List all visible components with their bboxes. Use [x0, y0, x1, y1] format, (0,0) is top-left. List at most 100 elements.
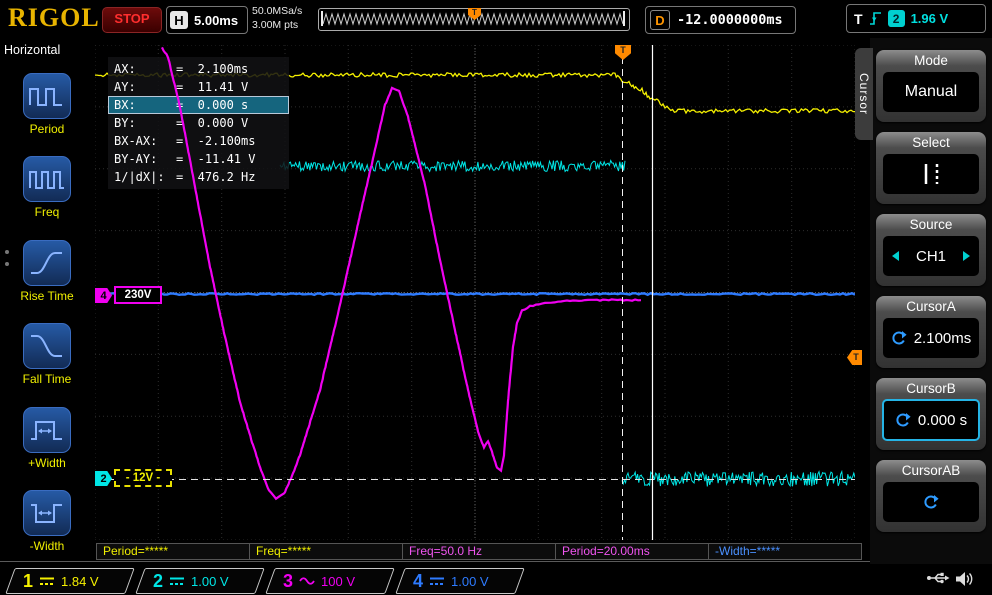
- left-menu-item-freq[interactable]: Freq: [0, 156, 94, 219]
- channel-status-bar: 1 1.84 V 2 1.00 V 3: [0, 564, 992, 595]
- left-menu-item-label: Period: [0, 122, 94, 136]
- menu-scroll-dot: [5, 250, 9, 254]
- rotate-knob-icon: [923, 494, 939, 510]
- channel-number: 2: [153, 570, 163, 592]
- rotate-knob-icon: [895, 412, 911, 428]
- left-menu-item-label: +Width: [0, 456, 94, 470]
- channel-scale: 100 V: [321, 574, 355, 589]
- menu-button-cursor-ab[interactable]: CursorAB: [876, 460, 986, 532]
- channel-3-info: 3 100 V: [271, 569, 389, 593]
- cursor-a-value: 2.100ms: [914, 330, 972, 347]
- brand-logo: RIGOL: [8, 3, 100, 33]
- trigger-source-badge: 2: [888, 10, 905, 27]
- left-menu-item-period[interactable]: Period: [0, 73, 94, 136]
- cursor-b-value: 0.000 s: [918, 412, 967, 429]
- channel-offset-label: 230V: [114, 286, 162, 304]
- left-menu-item-fall-time[interactable]: Fall Time: [0, 323, 94, 386]
- measurement-value: Period=*****: [103, 544, 168, 558]
- memory-depth: 3.00M pts: [252, 19, 302, 33]
- channel-scale: 1.84 V: [61, 574, 99, 589]
- measurement-box: Period=20.00ms: [555, 543, 709, 560]
- channel-1-status[interactable]: 1 1.84 V: [5, 568, 134, 594]
- channel-number: 1: [23, 570, 33, 592]
- left-menu-item-rise-time[interactable]: Rise Time: [0, 240, 94, 303]
- source-value: CH1: [916, 248, 946, 265]
- channel-2-info: 2 1.00 V: [141, 569, 259, 593]
- menu-button-value: Manual: [883, 72, 979, 112]
- menu-scroll-dot: [5, 262, 9, 266]
- menu-button-source[interactable]: Source CH1: [876, 214, 986, 286]
- ac-coupling-icon: [299, 575, 315, 587]
- menu-button-label: Mode: [876, 53, 986, 68]
- channel-scale: 1.00 V: [191, 574, 229, 589]
- menu-button-mode[interactable]: Mode Manual: [876, 50, 986, 122]
- dc-coupling-icon: [429, 575, 445, 587]
- next-source-icon[interactable]: [963, 251, 970, 261]
- channel-number: 3: [283, 570, 293, 592]
- menu-button-value-selected: 0.000 s: [882, 399, 980, 441]
- measurement-box: -Width=*****: [708, 543, 862, 560]
- measurement-value: Freq=50.0 Hz: [409, 544, 482, 558]
- measurement-box: Freq=50.0 Hz: [402, 543, 556, 560]
- left-menu: Horizontal Period Freq Rise Time Fall Ti…: [0, 38, 94, 565]
- menu-button-label: CursorB: [876, 381, 986, 396]
- channel-offset-label: - 12V -: [114, 469, 172, 487]
- measurement-value: -Width=*****: [715, 544, 780, 558]
- left-menu-title: Horizontal: [4, 43, 60, 57]
- menu-button-value: CH1: [883, 236, 979, 276]
- prev-source-icon[interactable]: [892, 251, 899, 261]
- left-menu-item-label: -Width: [0, 539, 94, 553]
- channel-2-status[interactable]: 2 1.00 V: [135, 568, 264, 594]
- plus-width-icon: [23, 407, 71, 453]
- measurement-box: Freq=*****: [249, 543, 403, 560]
- channel-4-info: 4 1.00 V: [401, 569, 519, 593]
- menu-button-value: [883, 482, 979, 522]
- rise-time-icon: [23, 240, 71, 286]
- trigger-delay-control[interactable]: D -12.0000000ms: [645, 6, 796, 34]
- t-label: T: [854, 11, 863, 27]
- usb-icon: [926, 570, 950, 586]
- h-scale-value: 5.00ms: [194, 13, 238, 28]
- dc-coupling-icon: [39, 575, 55, 587]
- channel-1-info: 1 1.84 V: [11, 569, 129, 593]
- left-menu-item-plus-width[interactable]: +Width: [0, 407, 94, 470]
- trigger-info[interactable]: T 2 1.96 V: [846, 4, 986, 33]
- fall-time-icon: [23, 323, 71, 369]
- menu-button-select[interactable]: Select: [876, 132, 986, 204]
- menu-button-value: 2.100ms: [883, 318, 979, 358]
- measurement-value: Freq=*****: [256, 544, 311, 558]
- menu-button-cursor-a[interactable]: CursorA 2.100ms: [876, 296, 986, 368]
- channel-4-status[interactable]: 4 1.00 V: [395, 568, 524, 594]
- menu-button-label: Source: [876, 217, 986, 232]
- cursor-menu-tab[interactable]: Cursor: [855, 48, 873, 140]
- menu-button-value: [883, 154, 979, 194]
- trigger-edge-icon: [869, 11, 882, 26]
- cursor-lines: [95, 45, 855, 540]
- run-state-button[interactable]: STOP: [102, 7, 162, 33]
- measurement-box: Period=*****: [96, 543, 250, 560]
- beeper-icon: [954, 570, 974, 588]
- freq-icon: [23, 156, 71, 202]
- sample-rate: 50.0MSa/s: [252, 5, 302, 19]
- top-bar: RIGOL STOP H 5.00ms 50.0MSa/s 3.00M pts …: [0, 0, 992, 38]
- channel-number: 4: [413, 570, 423, 592]
- cursor-select-icon: [914, 161, 948, 187]
- dc-coupling-icon: [169, 575, 185, 587]
- waveform-display: AX:= 2.100ms AY:= 11.41 V BX:= 0.000 s B…: [95, 45, 855, 540]
- period-icon: [23, 73, 71, 119]
- left-menu-item-label: Fall Time: [0, 372, 94, 386]
- oscilloscope-screen: RIGOL STOP H 5.00ms 50.0MSa/s 3.00M pts …: [0, 0, 992, 595]
- minus-width-icon: [23, 490, 71, 536]
- horizontal-scale-control[interactable]: H 5.00ms: [166, 6, 248, 34]
- memory-position-bar[interactable]: T: [318, 8, 630, 31]
- channel-3-status[interactable]: 3 100 V: [265, 568, 394, 594]
- measurement-value: Period=20.00ms: [562, 544, 650, 558]
- d-badge: D: [650, 10, 670, 30]
- h-badge: H: [170, 11, 188, 29]
- menu-button-cursor-b[interactable]: CursorB 0.000 s: [876, 378, 986, 450]
- left-menu-item-minus-width[interactable]: -Width: [0, 490, 94, 553]
- measurement-row: Period=***** Freq=***** Freq=50.0 Hz Per…: [96, 543, 861, 560]
- menu-button-label: CursorAB: [876, 463, 986, 478]
- left-menu-item-label: Freq: [0, 205, 94, 219]
- delay-value: -12.0000000ms: [677, 12, 783, 28]
